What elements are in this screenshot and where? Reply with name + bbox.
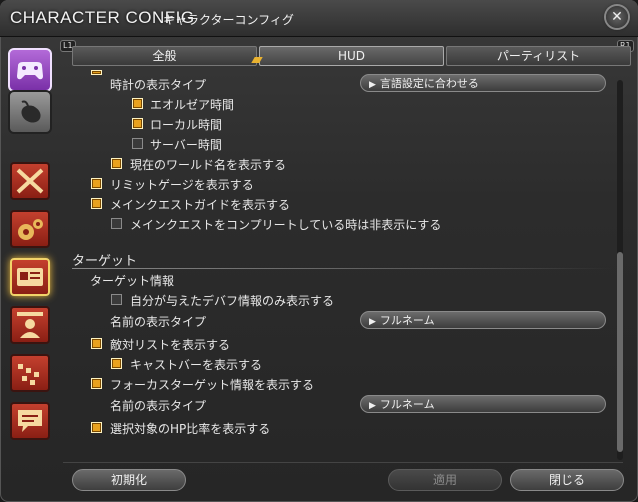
section-divider — [72, 268, 612, 269]
world-name-label: 現在のワールド名を表示する — [130, 158, 287, 172]
dropdown-value: フルネーム — [379, 314, 435, 327]
close-button[interactable]: 閉じる — [510, 469, 624, 491]
gamepad-category-button[interactable] — [8, 48, 52, 92]
local-time-checkbox[interactable] — [132, 118, 143, 129]
name-type-dropdown[interactable]: ▶ フルネーム — [360, 311, 606, 329]
chat-icon — [18, 410, 42, 432]
window-subtitle: キャラクターコンフィグ — [163, 13, 294, 27]
clock-type-dropdown[interactable]: ▶ 言語設定に合わせる — [360, 74, 606, 92]
eorzea-time-label: エオルゼア時間 — [150, 98, 235, 112]
focus-name-type-label: 名前の表示タイプ — [110, 399, 207, 413]
focus-target-label: フォーカスターゲット情報を表示する — [110, 378, 315, 392]
msq-hide-label: メインクエストをコンプリートしている時は非表示にする — [130, 218, 442, 232]
footer-divider — [63, 462, 623, 463]
focus-name-type-dropdown[interactable]: ▶ フルネーム — [360, 395, 606, 413]
scrollbar[interactable] — [617, 80, 623, 460]
limit-gauge-checkbox[interactable] — [91, 178, 102, 189]
focus-target-checkbox[interactable] — [91, 378, 102, 389]
dropdown-arrow-icon: ▶ — [369, 317, 376, 327]
enemy-list-label: 敵対リストを表示する — [110, 338, 231, 352]
hp-ratio-checkbox[interactable] — [91, 422, 102, 433]
sidebar-item-chat[interactable] — [10, 402, 50, 440]
limit-gauge-label: リミットゲージを表示する — [110, 178, 254, 192]
target-section-heading: ターゲット — [72, 254, 138, 269]
tab-hud[interactable]: HUD — [259, 46, 444, 66]
person-icon — [17, 312, 43, 338]
dropdown-arrow-icon: ▶ — [369, 80, 376, 90]
local-time-label: ローカル時間 — [150, 118, 223, 132]
dropdown-value: フルネーム — [379, 398, 435, 411]
scroll-thumb[interactable] — [617, 252, 623, 452]
dropdown-value: 言語設定に合わせる — [379, 77, 479, 90]
clock-type-label: 時計の表示タイプ — [110, 78, 207, 92]
server-time-checkbox[interactable] — [132, 138, 143, 149]
character-config-window: CHARACTER CONFIG キャラクターコンフィグ ✕ L1 R1 全般 … — [0, 0, 638, 502]
tab-party-list[interactable]: パーティリスト — [446, 46, 631, 66]
close-icon[interactable]: ✕ — [606, 6, 628, 28]
sidebar — [0, 40, 58, 502]
target-info-label: ターゲット情報 — [90, 274, 175, 288]
gears-icon — [18, 219, 43, 240]
tab-bar: L1 R1 全般 HUD パーティリスト — [60, 38, 638, 66]
partial-checkbox[interactable] — [91, 70, 102, 75]
own-debuffs-label: 自分が与えたデバフ情報のみ表示する — [130, 294, 335, 308]
titlebar: CHARACTER CONFIG キャラクターコンフィグ ✕ — [0, 0, 638, 37]
enemy-list-checkbox[interactable] — [91, 338, 102, 349]
own-debuffs-checkbox[interactable] — [111, 294, 122, 305]
sidebar-item-nameplate[interactable] — [10, 306, 50, 344]
eorzea-time-checkbox[interactable] — [132, 98, 143, 109]
cast-bar-label: キャストバーを表示する — [130, 358, 263, 372]
sidebar-item-party[interactable] — [10, 354, 50, 392]
world-name-checkbox[interactable] — [111, 158, 122, 169]
swords-icon — [16, 168, 44, 194]
server-time-label: サーバー時間 — [150, 138, 222, 152]
reset-button[interactable]: 初期化 — [72, 469, 186, 491]
sidebar-item-battle[interactable] — [10, 162, 50, 200]
apply-button[interactable]: 適用 — [388, 469, 502, 491]
cast-bar-checkbox[interactable] — [111, 358, 122, 369]
hp-ratio-label: 選択対象のHP比率を表示する — [110, 422, 271, 436]
name-type-label: 名前の表示タイプ — [110, 315, 207, 329]
party-icon — [18, 364, 39, 385]
id-card-icon — [17, 268, 43, 286]
mouse-icon — [21, 100, 41, 123]
msq-guide-checkbox[interactable] — [91, 198, 102, 209]
dropdown-arrow-icon: ▶ — [369, 401, 376, 411]
gamepad-icon — [17, 62, 43, 80]
mouse-category-button[interactable] — [8, 90, 52, 134]
sidebar-item-settings[interactable] — [10, 210, 50, 248]
msq-guide-label: メインクエストガイドを表示する — [110, 198, 291, 212]
sidebar-item-hud[interactable] — [10, 258, 50, 296]
msq-hide-checkbox[interactable] — [111, 218, 122, 229]
tab-general[interactable]: 全般 — [72, 46, 257, 66]
